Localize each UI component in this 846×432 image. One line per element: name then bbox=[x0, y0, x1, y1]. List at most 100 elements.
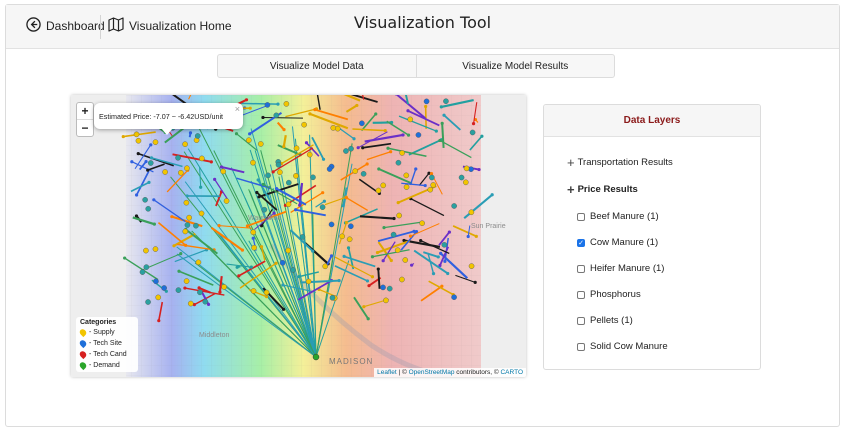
demand-marker[interactable] bbox=[312, 353, 320, 361]
site-marker[interactable] bbox=[143, 264, 150, 270]
site-marker[interactable] bbox=[155, 294, 162, 301]
site-marker[interactable] bbox=[152, 246, 159, 252]
layer-beef-manure[interactable]: Beef Manure (1) bbox=[577, 211, 659, 222]
site-marker[interactable] bbox=[283, 101, 290, 107]
site-marker[interactable] bbox=[279, 259, 286, 266]
site-marker[interactable] bbox=[277, 169, 283, 176]
site-marker[interactable] bbox=[184, 165, 190, 172]
site-marker[interactable] bbox=[139, 269, 146, 275]
site-marker[interactable] bbox=[403, 172, 410, 179]
layer-cow-manure[interactable]: ✓ Cow Manure (1) bbox=[577, 237, 658, 248]
site-marker[interactable] bbox=[305, 278, 312, 285]
osm-link[interactable]: OpenStreetMap bbox=[409, 369, 455, 376]
site-marker[interactable] bbox=[221, 284, 227, 290]
site-marker[interactable] bbox=[310, 174, 316, 181]
popup-close-button[interactable]: × bbox=[235, 104, 240, 114]
site-marker[interactable] bbox=[423, 98, 430, 105]
checkbox[interactable] bbox=[577, 212, 585, 221]
site-marker[interactable] bbox=[469, 129, 476, 136]
site-marker[interactable] bbox=[430, 182, 437, 188]
site-marker[interactable] bbox=[402, 257, 409, 263]
site-marker[interactable] bbox=[375, 187, 382, 194]
site-marker[interactable] bbox=[429, 174, 435, 181]
site-marker[interactable] bbox=[443, 98, 449, 105]
site-marker[interactable] bbox=[394, 247, 401, 254]
site-marker[interactable] bbox=[250, 288, 257, 294]
site-marker[interactable] bbox=[326, 166, 333, 172]
site-marker[interactable] bbox=[322, 263, 328, 270]
site-marker[interactable] bbox=[352, 168, 358, 174]
site-marker[interactable] bbox=[161, 285, 167, 291]
site-marker[interactable] bbox=[343, 148, 349, 154]
checkbox[interactable] bbox=[577, 264, 585, 273]
site-marker[interactable] bbox=[290, 267, 296, 273]
site-marker[interactable] bbox=[133, 131, 140, 138]
site-marker[interactable] bbox=[183, 278, 190, 284]
site-marker[interactable] bbox=[360, 171, 367, 177]
site-marker[interactable] bbox=[257, 141, 264, 147]
site-marker[interactable] bbox=[390, 231, 397, 238]
site-marker[interactable] bbox=[265, 172, 271, 179]
layer-phosphorus[interactable]: Phosphorus bbox=[577, 289, 641, 300]
site-marker[interactable] bbox=[348, 223, 354, 230]
site-marker[interactable] bbox=[261, 206, 268, 213]
site-marker[interactable] bbox=[286, 179, 292, 186]
site-marker[interactable] bbox=[175, 287, 182, 293]
site-marker[interactable] bbox=[182, 141, 188, 147]
site-marker[interactable] bbox=[463, 179, 469, 186]
site-marker[interactable] bbox=[380, 182, 387, 189]
site-marker[interactable] bbox=[427, 186, 434, 193]
site-marker[interactable] bbox=[135, 137, 142, 144]
site-marker[interactable] bbox=[199, 155, 205, 162]
zoom-out-button[interactable]: − bbox=[77, 119, 93, 136]
site-marker[interactable] bbox=[415, 132, 422, 138]
site-marker[interactable] bbox=[251, 244, 257, 251]
site-marker[interactable] bbox=[264, 102, 271, 108]
site-marker[interactable] bbox=[395, 159, 402, 166]
tab-visualize-model-results[interactable]: Visualize Model Results bbox=[415, 55, 615, 77]
checkbox[interactable] bbox=[577, 290, 585, 299]
checkbox[interactable] bbox=[577, 316, 585, 325]
site-marker[interactable] bbox=[306, 151, 313, 158]
site-marker[interactable] bbox=[246, 137, 252, 144]
checkbox[interactable] bbox=[577, 342, 585, 351]
leaflet-link[interactable]: Leaflet bbox=[377, 369, 397, 376]
site-marker[interactable] bbox=[250, 229, 257, 236]
site-marker[interactable] bbox=[223, 198, 230, 204]
site-marker[interactable] bbox=[293, 173, 299, 179]
site-marker[interactable] bbox=[184, 222, 191, 228]
site-marker[interactable] bbox=[403, 184, 410, 190]
site-marker[interactable] bbox=[220, 168, 227, 175]
site-marker[interactable] bbox=[142, 196, 148, 203]
site-marker[interactable] bbox=[463, 165, 470, 172]
zoom-in-button[interactable]: + bbox=[77, 103, 93, 119]
site-marker[interactable] bbox=[293, 145, 300, 152]
map-canvas[interactable] bbox=[71, 95, 526, 377]
site-marker[interactable] bbox=[328, 221, 335, 228]
site-marker[interactable] bbox=[186, 214, 192, 221]
site-marker[interactable] bbox=[153, 278, 159, 285]
layer-pellets[interactable]: Pellets (1) bbox=[577, 315, 633, 326]
site-marker[interactable] bbox=[386, 285, 393, 292]
carto-link[interactable]: CARTO bbox=[500, 369, 523, 376]
site-marker[interactable] bbox=[250, 159, 256, 166]
site-marker[interactable] bbox=[329, 294, 336, 301]
site-marker[interactable] bbox=[285, 201, 292, 208]
site-marker[interactable] bbox=[468, 209, 475, 216]
checkbox-checked[interactable]: ✓ bbox=[577, 238, 585, 247]
site-marker[interactable] bbox=[319, 204, 326, 210]
site-marker[interactable] bbox=[183, 199, 190, 206]
site-marker[interactable] bbox=[330, 125, 337, 131]
site-marker[interactable] bbox=[182, 228, 189, 235]
site-marker[interactable] bbox=[197, 289, 203, 296]
site-marker[interactable] bbox=[441, 242, 448, 248]
site-marker[interactable] bbox=[143, 247, 149, 254]
site-marker[interactable] bbox=[339, 233, 345, 240]
site-marker[interactable] bbox=[145, 205, 152, 212]
site-marker[interactable] bbox=[194, 133, 201, 139]
site-marker[interactable] bbox=[162, 169, 168, 175]
site-marker[interactable] bbox=[419, 220, 425, 226]
site-marker[interactable] bbox=[147, 160, 154, 166]
site-marker[interactable] bbox=[178, 169, 184, 176]
site-marker[interactable] bbox=[399, 150, 405, 156]
